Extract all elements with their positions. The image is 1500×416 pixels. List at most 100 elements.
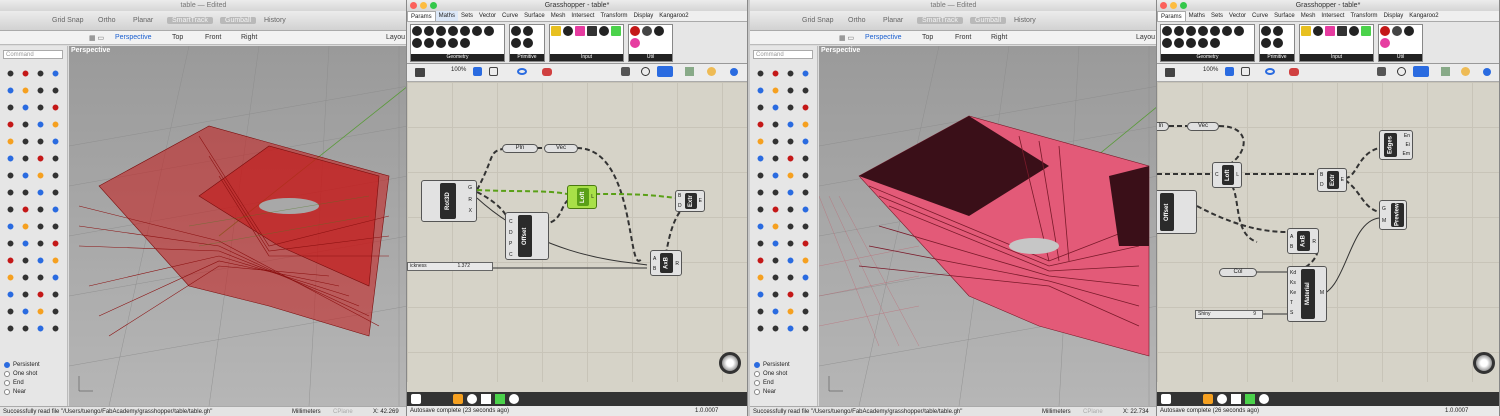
tool-icon[interactable] xyxy=(799,118,812,131)
tool-icon[interactable] xyxy=(799,254,812,267)
tool-icon[interactable] xyxy=(49,254,62,267)
tool-icon[interactable] xyxy=(19,135,32,148)
tab-right[interactable]: Right xyxy=(241,34,257,41)
tool-icon[interactable] xyxy=(799,135,812,148)
tool-icon[interactable] xyxy=(49,84,62,97)
maximize-icon[interactable] xyxy=(430,2,437,9)
tab-sets[interactable]: Sets xyxy=(1208,11,1226,21)
offset-node[interactable]: Offset C D P C xyxy=(505,212,549,260)
tool-icon[interactable] xyxy=(799,67,812,80)
tab-front[interactable]: Front xyxy=(955,34,971,41)
tool-icon[interactable] xyxy=(34,271,47,284)
port-p[interactable]: P xyxy=(509,241,512,247)
navigation-compass-icon[interactable] xyxy=(1473,352,1495,374)
maximize-icon[interactable] xyxy=(1180,2,1187,9)
widget-icon[interactable] xyxy=(1245,394,1255,404)
widget-icon[interactable] xyxy=(509,394,519,404)
tab-surface[interactable]: Surface xyxy=(1271,11,1298,21)
offset-node[interactable]: Offset xyxy=(1157,190,1197,234)
tool-icon[interactable] xyxy=(19,84,32,97)
close-icon[interactable] xyxy=(1160,2,1167,9)
tool-icon[interactable] xyxy=(34,118,47,131)
tool-icon[interactable] xyxy=(769,254,782,267)
tool-icon[interactable] xyxy=(4,254,17,267)
tab-front[interactable]: Front xyxy=(205,34,221,41)
near-option[interactable]: Near xyxy=(13,389,26,395)
tab-right[interactable]: Right xyxy=(991,34,1007,41)
wireframe-icon[interactable] xyxy=(641,67,650,76)
tool-icon[interactable] xyxy=(19,254,32,267)
tool-icon[interactable] xyxy=(4,118,17,131)
tool-icon[interactable] xyxy=(769,135,782,148)
port-en[interactable]: En xyxy=(1404,133,1410,139)
smarttrack-toggle[interactable]: SmartTrack xyxy=(167,17,213,24)
widget-icon[interactable] xyxy=(481,394,491,404)
tool-icon[interactable] xyxy=(769,84,782,97)
port-r[interactable]: R xyxy=(1312,239,1316,245)
tab-maths[interactable]: Maths xyxy=(1186,11,1208,21)
port-e[interactable]: E xyxy=(699,198,702,204)
tool-icon[interactable] xyxy=(34,237,47,250)
radio-icon[interactable] xyxy=(754,362,760,368)
checkbox-icon[interactable] xyxy=(4,389,10,395)
tool-icon[interactable] xyxy=(784,118,797,131)
end-option[interactable]: End xyxy=(763,380,774,386)
tool-icon[interactable] xyxy=(784,84,797,97)
tool-icon[interactable] xyxy=(799,169,812,182)
colour-param[interactable]: Col xyxy=(1219,268,1257,277)
tool-icon[interactable] xyxy=(784,101,797,114)
tool-icon[interactable] xyxy=(754,322,767,335)
loft-node[interactable]: Loft L xyxy=(567,185,597,209)
tool-icon[interactable] xyxy=(754,67,767,80)
tool-icon[interactable] xyxy=(49,152,62,165)
plane-param[interactable]: ln xyxy=(1157,122,1169,131)
tab-params[interactable]: Params xyxy=(1157,11,1186,21)
radio-icon[interactable] xyxy=(754,371,760,377)
tool-icon[interactable] xyxy=(49,101,62,114)
tool-icon[interactable] xyxy=(34,220,47,233)
port-ke[interactable]: Ke xyxy=(1290,290,1296,296)
tab-vector[interactable]: Vector xyxy=(476,11,499,21)
tool-icon[interactable] xyxy=(754,305,767,318)
port-c2[interactable]: C xyxy=(509,252,513,258)
tool-icon[interactable] xyxy=(769,322,782,335)
tool-icon[interactable] xyxy=(799,220,812,233)
port-r[interactable]: R xyxy=(675,261,679,267)
tool-icon[interactable] xyxy=(769,118,782,131)
tool-icon[interactable] xyxy=(769,203,782,216)
tool-icon[interactable] xyxy=(784,220,797,233)
cplane-label[interactable]: CPlane xyxy=(1083,407,1103,416)
command-input[interactable]: Command xyxy=(3,50,63,59)
layout-tab[interactable]: Layou xyxy=(386,34,405,41)
tool-icon[interactable] xyxy=(34,101,47,114)
port-t[interactable]: T xyxy=(1290,300,1293,306)
preview-node[interactable]: Preview G M xyxy=(1379,200,1407,230)
viewport-layout-icon[interactable]: ▦ ▭ xyxy=(89,34,104,42)
tool-icon[interactable] xyxy=(4,220,17,233)
widget-icon[interactable] xyxy=(1259,394,1269,404)
tool-icon[interactable] xyxy=(799,288,812,301)
ortho-toggle[interactable]: Ortho xyxy=(848,17,866,24)
tool-icon[interactable] xyxy=(34,84,47,97)
tab-curve[interactable]: Curve xyxy=(1249,11,1271,21)
widget-icon[interactable] xyxy=(1203,394,1213,404)
extr-node[interactable]: Extr B D E xyxy=(1317,168,1347,192)
tab-mesh[interactable]: Mesh xyxy=(548,11,569,21)
tool-icon[interactable] xyxy=(784,152,797,165)
tool-icon[interactable] xyxy=(34,169,47,182)
tool-icon[interactable] xyxy=(4,271,17,284)
tab-display[interactable]: Display xyxy=(1381,11,1407,21)
tool-icon[interactable] xyxy=(799,84,812,97)
zoom-extents-icon[interactable] xyxy=(489,67,498,76)
grid-snap-toggle[interactable]: Grid Snap xyxy=(802,17,834,24)
tool-icon[interactable] xyxy=(799,101,812,114)
viewport-layout-icon[interactable]: ▦ ▭ xyxy=(839,34,854,42)
gumball-toggle[interactable]: Gumball xyxy=(970,17,1007,24)
tool-icon[interactable] xyxy=(4,237,17,250)
tool-icon[interactable] xyxy=(784,186,797,199)
tool-icon[interactable] xyxy=(34,322,47,335)
tool-icon[interactable] xyxy=(4,135,17,148)
tool-icon[interactable] xyxy=(754,288,767,301)
gh-canvas[interactable]: Pln Vec Rot3D G R X Offset C D P C Loft … xyxy=(407,82,747,382)
ortho-toggle[interactable]: Ortho xyxy=(98,17,116,24)
